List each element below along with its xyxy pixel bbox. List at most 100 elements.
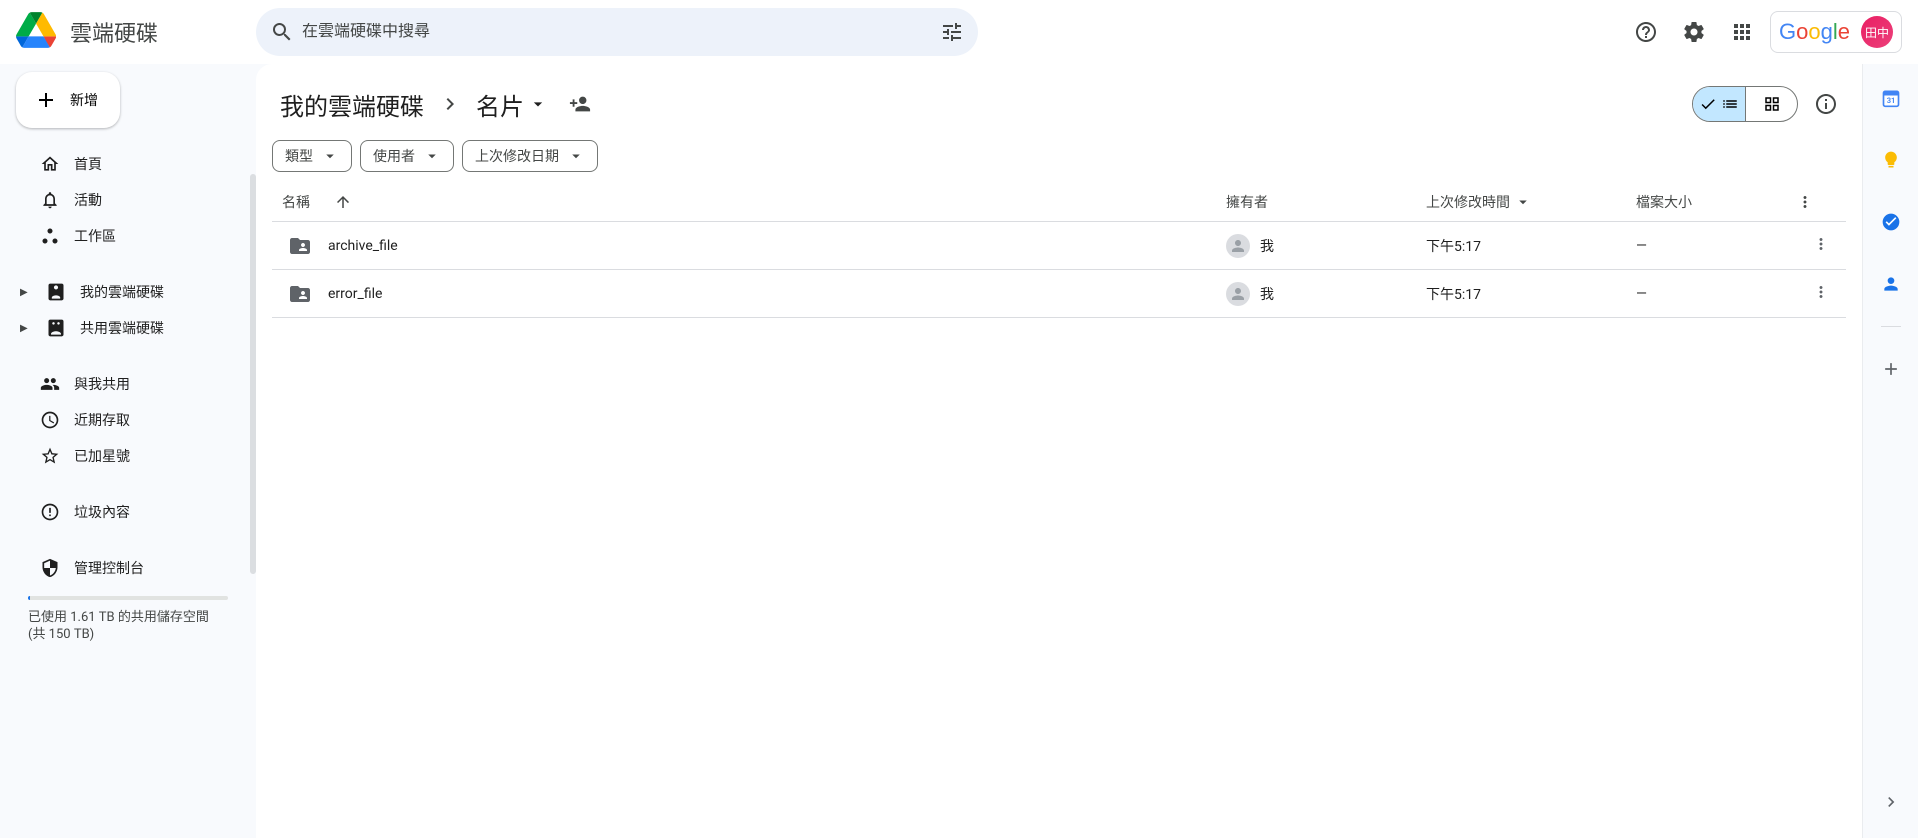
- table-row[interactable]: archive_file 我 下午5:17 —: [272, 222, 1846, 270]
- col-header-modified[interactable]: 上次修改時間: [1426, 192, 1636, 212]
- account-switcher[interactable]: Google 田中: [1770, 11, 1902, 53]
- filter-people[interactable]: 使用者: [360, 140, 454, 172]
- modified-text: 下午5:17: [1426, 284, 1481, 304]
- rail-contacts[interactable]: [1871, 264, 1911, 304]
- chip-label: 類型: [285, 146, 313, 166]
- avatar: 田中: [1861, 16, 1893, 48]
- sidebar-item-label: 工作區: [74, 226, 116, 246]
- sidebar-item-activity[interactable]: 活動: [16, 184, 240, 216]
- table-row[interactable]: error_file 我 下午5:17 —: [272, 270, 1846, 318]
- workspaces-icon: [40, 226, 60, 246]
- main: 我的雲端硬碟 名片: [256, 64, 1862, 838]
- breadcrumb: 我的雲端硬碟 名片: [272, 80, 1846, 128]
- file-name: error_file: [328, 286, 382, 302]
- list-view-button[interactable]: [1693, 87, 1745, 121]
- sidebar-item-label: 已加星號: [74, 446, 130, 466]
- rail-get-addons[interactable]: [1871, 349, 1911, 389]
- chevron-right-icon: ▶: [20, 323, 32, 334]
- chevron-down-icon: [321, 147, 339, 165]
- chevron-down-icon: [567, 147, 585, 165]
- sidebar-item-label: 近期存取: [74, 410, 130, 430]
- search-input[interactable]: [302, 23, 932, 41]
- sidebar-item-home[interactable]: 首頁: [16, 148, 240, 180]
- owner-avatar-icon: [1226, 234, 1250, 258]
- google-logo-text: Google: [1779, 20, 1853, 44]
- col-header-owner[interactable]: 擁有者: [1226, 192, 1426, 212]
- owner-avatar-icon: [1226, 282, 1250, 306]
- more-icon[interactable]: [1812, 235, 1830, 253]
- col-header-menu[interactable]: [1796, 193, 1846, 211]
- bell-icon: [40, 190, 60, 210]
- svg-text:31: 31: [1886, 96, 1895, 105]
- share-folder-button[interactable]: [562, 86, 598, 122]
- brand[interactable]: 雲端硬碟: [16, 10, 248, 54]
- search-options-button[interactable]: [932, 12, 972, 52]
- chevron-down-icon: [1514, 193, 1532, 211]
- support-button[interactable]: [1626, 12, 1666, 52]
- sidebar-item-label: 活動: [74, 190, 102, 210]
- scrollbar-indicator[interactable]: [250, 174, 256, 574]
- side-panel: 31: [1862, 64, 1918, 838]
- col-header-name[interactable]: 名稱: [272, 192, 1226, 212]
- sidebar-item-mydrive[interactable]: ▶ 我的雲端硬碟: [16, 276, 240, 308]
- header-actions: Google 田中: [1626, 11, 1902, 53]
- storage-section: 已使用 1.61 TB 的共用儲存空間 (共 150 TB): [16, 588, 240, 652]
- sidebar-item-label: 我的雲端硬碟: [80, 282, 164, 302]
- search-icon: [270, 20, 294, 44]
- rail-collapse[interactable]: [1871, 782, 1911, 822]
- col-header-label: 上次修改時間: [1426, 192, 1510, 212]
- svg-text:Google: Google: [1779, 20, 1850, 44]
- storage-text: 已使用 1.61 TB 的共用儲存空間 (共 150 TB): [28, 610, 228, 644]
- brand-title: 雲端硬碟: [70, 16, 158, 48]
- more-icon[interactable]: [1812, 283, 1830, 301]
- storage-bar: [28, 596, 228, 600]
- breadcrumb-current[interactable]: 名片: [468, 83, 556, 126]
- grid-view-button[interactable]: [1745, 87, 1797, 121]
- chevron-down-icon: [423, 147, 441, 165]
- rail-keep[interactable]: [1871, 140, 1911, 180]
- filter-modified[interactable]: 上次修改日期: [462, 140, 598, 172]
- chevron-right-icon: ▶: [20, 287, 32, 298]
- sidebar-item-workspaces[interactable]: 工作區: [16, 220, 240, 252]
- search-wrap: [256, 8, 1618, 56]
- person-add-icon: [569, 93, 591, 115]
- admin-icon: [40, 558, 60, 578]
- sidebar-item-admin[interactable]: 管理控制台: [16, 552, 240, 584]
- table-header: 名稱 擁有者 上次修改時間 檔案大小: [272, 182, 1846, 222]
- mydrive-icon: [46, 282, 66, 302]
- help-icon: [1634, 20, 1658, 44]
- plus-icon: [34, 88, 58, 112]
- col-header-size[interactable]: 檔案大小: [1636, 192, 1796, 212]
- size-text: —: [1636, 286, 1647, 302]
- home-icon: [40, 154, 60, 174]
- new-button[interactable]: 新增: [16, 72, 120, 128]
- apps-button[interactable]: [1722, 12, 1762, 52]
- owner-text: 我: [1260, 236, 1274, 256]
- file-name: archive_file: [328, 238, 398, 254]
- sidebar-item-label: 首頁: [74, 154, 102, 174]
- new-button-label: 新增: [70, 90, 98, 110]
- breadcrumb-root[interactable]: 我的雲端硬碟: [272, 83, 432, 126]
- sidebar-item-label: 管理控制台: [74, 558, 144, 578]
- settings-button[interactable]: [1674, 12, 1714, 52]
- sidebar-item-recent[interactable]: 近期存取: [16, 404, 240, 436]
- breadcrumb-current-label: 名片: [476, 87, 524, 122]
- sidebar-item-label: 共用雲端硬碟: [80, 318, 164, 338]
- header: 雲端硬碟: [0, 0, 1918, 64]
- filter-type[interactable]: 類型: [272, 140, 352, 172]
- sidebar-item-trash[interactable]: 垃圾內容: [16, 496, 240, 528]
- chip-label: 使用者: [373, 146, 415, 166]
- info-button[interactable]: [1806, 84, 1846, 124]
- sidebar-item-shared[interactable]: 與我共用: [16, 368, 240, 400]
- rail-tasks[interactable]: [1871, 202, 1911, 242]
- star-icon: [40, 446, 60, 466]
- sidebar-item-shareddrives[interactable]: ▶ 共用雲端硬碟: [16, 312, 240, 344]
- sidebar-item-starred[interactable]: 已加星號: [16, 440, 240, 472]
- chevron-right-icon: [438, 92, 462, 116]
- sidebar-item-label: 與我共用: [74, 374, 130, 394]
- apps-grid-icon: [1730, 20, 1754, 44]
- rail-calendar[interactable]: 31: [1871, 78, 1911, 118]
- view-toggle: [1692, 86, 1798, 122]
- search-button[interactable]: [262, 12, 302, 52]
- chip-label: 上次修改日期: [475, 146, 559, 166]
